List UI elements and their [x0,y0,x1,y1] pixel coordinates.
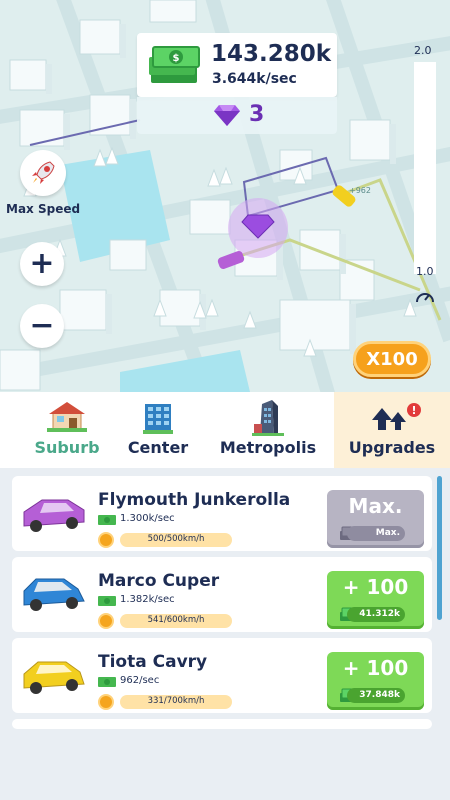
car-upgrade-list[interactable]: Flymouth Junkerolla 1.300k/sec 500/500km… [0,468,450,800]
svg-text:$: $ [173,53,180,64]
max-speed-button[interactable] [20,150,66,196]
upgrade-button-label: + 100 [342,575,409,599]
upgrade-cost: 37.848k [347,688,405,703]
speed-gauge-icon [98,694,114,710]
house-icon [47,402,87,432]
car-speed-bar: 331/700km/h [120,695,232,709]
car-speed-value: 331/700km/h [147,696,205,706]
car-icon [23,661,85,694]
upgrade-cost: Max. [347,526,405,541]
car-speed-bar: 500/500km/h [120,533,232,547]
speedometer-icon [416,293,434,303]
list-item [12,719,432,729]
car-speed-bar: 541/600km/h [120,614,232,628]
car-name: Marco Cuper [98,571,220,591]
rocket-icon [32,161,55,184]
upgrade-button[interactable]: + 100 37.848k [327,652,424,710]
money-rate: 3.644k/sec [212,71,297,87]
cash-icon [98,596,116,606]
upgrade-button[interactable]: + 100 41.312k [327,571,424,629]
upgrade-cost: 41.312k [347,607,405,622]
tab-upgrades[interactable]: ! Upgrades [334,392,450,468]
tab-center[interactable]: Center [118,392,198,468]
list-item: Tiota Cavry 962/sec 331/700km/h + 100 37… [12,638,432,713]
plus-icon: + [29,246,55,281]
list-scrollbar[interactable] [437,476,442,620]
speed-gauge-icon [98,613,114,629]
upgrade-button-label: + 100 [342,656,409,680]
tab-center-label: Center [127,438,189,457]
tab-suburb[interactable]: Suburb [22,392,112,468]
cash-icon [98,515,116,525]
floating-income-text: +962 [349,186,371,195]
money-panel: $ 143.280k 3.644k/sec 3 [137,33,337,134]
car-icon [23,499,85,532]
gem-icon [214,105,240,126]
car-income-rate: 1.382k/sec [120,594,175,605]
list-item: Marco Cuper 1.382k/sec 541/600km/h + 100… [12,557,432,632]
office-building-icon [143,404,173,434]
speed-scale-max: 2.0 [414,44,432,57]
multiplier-button[interactable]: X100 [353,341,431,377]
tab-suburb-label: Suburb [34,438,100,457]
speed-scale-bar [414,62,436,274]
car-income-rate: 962/sec [120,675,160,686]
car-speed-value: 541/600km/h [147,615,205,625]
car-icon [23,578,85,611]
tab-metropolis[interactable]: Metropolis [212,392,324,468]
cash-stack-icon: $ [149,46,200,83]
list-item: Flymouth Junkerolla 1.300k/sec 500/500km… [12,476,432,551]
location-tabs: Suburb Center Metropolis ! Upgrades [0,392,450,468]
max-speed-label: Max Speed [6,202,81,216]
upgrade-arrows-icon: ! [372,403,421,430]
minus-icon: − [29,308,55,343]
upgrade-button-label: Max. [348,494,403,518]
skyscraper-icon [252,400,284,436]
city-map[interactable]: +962 $ 143.280k 3.644k/sec 3 Max Speed +… [0,0,450,392]
gem-box: 3 [137,97,337,134]
car-name: Tiota Cavry [98,652,208,672]
upgrades-badge: ! [411,404,416,417]
zoom-out-button[interactable]: − [20,304,64,348]
tab-metropolis-label: Metropolis [219,438,317,457]
gem-count: 3 [249,102,265,127]
speed-scale-min: 1.0 [416,265,434,278]
car-income-rate: 1.300k/sec [120,513,175,524]
money-total: 143.280k [211,41,332,67]
zoom-in-button[interactable]: + [20,242,64,286]
money-box: $ 143.280k 3.644k/sec [137,33,337,97]
cash-icon [98,677,116,687]
car-name: Flymouth Junkerolla [98,490,291,510]
car-speed-value: 500/500km/h [147,534,205,544]
upgrade-button-maxed[interactable]: Max. Max. [327,490,424,548]
speed-gauge-icon [98,532,114,548]
tab-upgrades-label: Upgrades [348,438,436,457]
